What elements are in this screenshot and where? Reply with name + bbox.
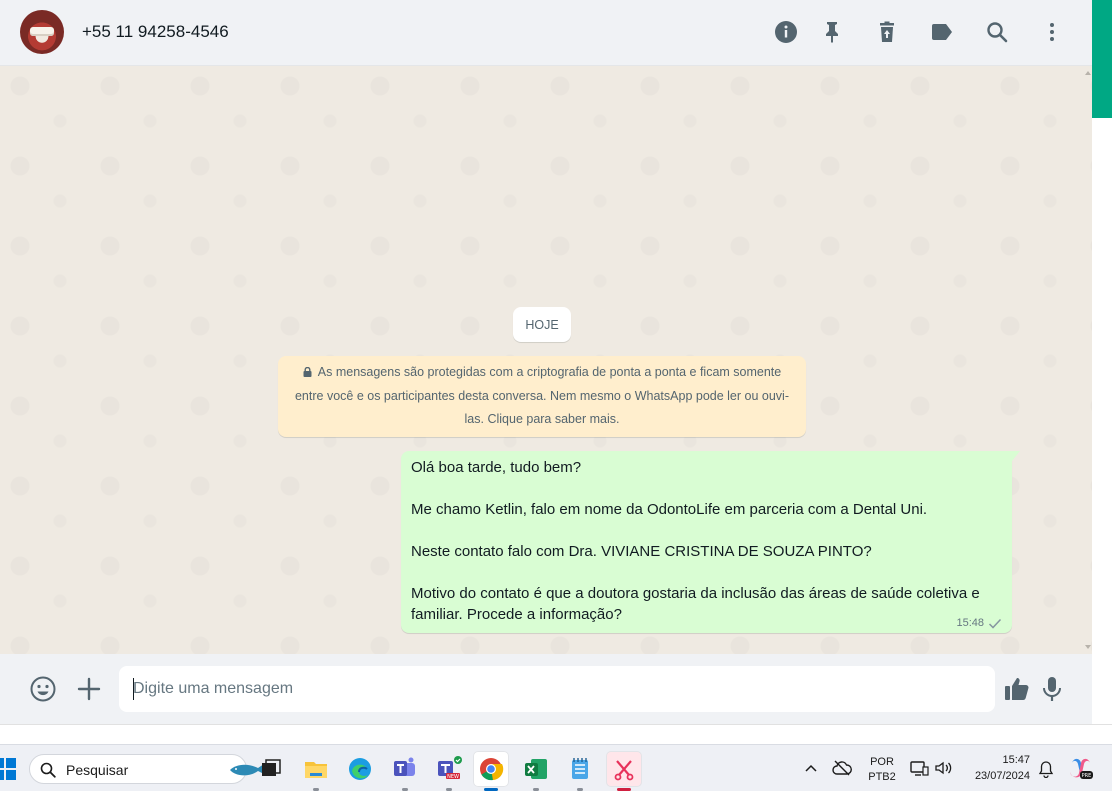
microphone-icon[interactable] [1038,675,1066,703]
taskbar-search[interactable]: Pesquisar [29,754,264,784]
teams-new-icon: NEW [438,756,462,780]
task-view-app[interactable] [253,751,289,787]
thumbs-up-icon[interactable] [1003,675,1031,703]
chevron-up-icon[interactable] [804,762,818,774]
chrome-icon [480,758,504,781]
input-language[interactable]: POR [869,755,895,769]
message-line: Me chamo Ketlin, falo em nome da OdontoL… [411,501,928,518]
label-icon[interactable] [930,20,954,44]
pin-icon[interactable] [820,20,844,44]
menu-icon[interactable] [1040,20,1064,44]
file-explorer-app[interactable] [298,751,334,791]
message-line: familiar. Procede a informação? [411,606,622,623]
teams-icon [394,757,415,776]
scroll-down-arrow[interactable] [1085,645,1091,649]
sent-check-icon [988,618,1002,629]
excel-app[interactable] [518,751,554,791]
search-icon[interactable] [985,20,1009,44]
edge-icon [349,758,371,780]
folder-icon [305,762,327,778]
message-input[interactable] [119,666,995,712]
snipping-tool-app[interactable] [606,751,642,791]
search-icon [40,762,56,778]
chat-scrollbar[interactable] [1082,66,1092,654]
notepad-app[interactable] [562,751,598,791]
task-view-icon [262,759,281,776]
conversation-pane[interactable]: HOJE As mensagens são protegidas com a c… [0,66,1092,654]
whatsapp-window: +55 11 94258-4546 HOJE As mensagens são … [0,0,1112,791]
window-bottom-edge [0,724,1112,744]
attach-plus-icon[interactable] [75,675,103,703]
network-icon[interactable] [909,759,929,777]
encryption-notice-text: As mensagens são protegidas com a cripto… [294,365,789,426]
clock-time[interactable]: 15:47 [990,754,1030,766]
contact-name[interactable]: +55 11 94258-4546 [82,22,229,42]
notification-bell-icon[interactable] [1038,760,1054,778]
chat-header[interactable]: +55 11 94258-4546 [0,0,1092,66]
notepad-icon [572,758,588,779]
clock-date[interactable]: 23/07/2024 [966,770,1030,782]
keyboard-layout[interactable]: PTB2 [866,771,898,783]
search-label: Pesquisar [66,762,129,778]
info-icon[interactable] [774,20,798,44]
message-time: 15:48 [956,617,984,629]
snipping-tool-icon [614,760,634,781]
start-button[interactable] [0,758,16,780]
lock-icon [303,367,312,377]
emoji-icon[interactable] [29,675,57,703]
svg-text:NEW: NEW [447,774,459,780]
date-divider: HOJE [513,307,571,342]
outgoing-message[interactable]: Olá boa tarde, tudo bem? Me chamo Ketlin… [401,451,1020,633]
teams-app[interactable] [387,751,423,791]
scroll-up-arrow[interactable] [1085,71,1091,75]
message-line: Motivo do contato é que a doutora gostar… [411,585,980,602]
volume-icon[interactable] [934,760,954,776]
text-caret [133,678,134,700]
encryption-notice[interactable]: As mensagens são protegidas com a cripto… [278,356,806,437]
message-line: Neste contato falo com Dra. VIVIANE CRIS… [411,543,872,560]
delete-icon[interactable] [875,20,899,44]
contact-avatar[interactable] [20,10,64,54]
message-line: Olá boa tarde, tudo bem? [411,459,582,476]
chrome-app[interactable] [473,751,509,791]
side-panel-accent [1092,0,1112,118]
message-composer [0,654,1092,724]
copilot-icon[interactable]: PRE [1068,755,1094,781]
cloud-offline-icon[interactable] [832,759,852,777]
message-meta: 15:48 [956,617,1002,629]
edge-app[interactable] [342,751,378,787]
excel-icon [525,759,547,779]
windows-taskbar: Pesquisar NEW POR PTB2 15:47 23/07/2024 … [0,744,1112,791]
teams-new-app[interactable]: NEW [431,751,467,791]
svg-text:PRE: PRE [1082,773,1092,779]
